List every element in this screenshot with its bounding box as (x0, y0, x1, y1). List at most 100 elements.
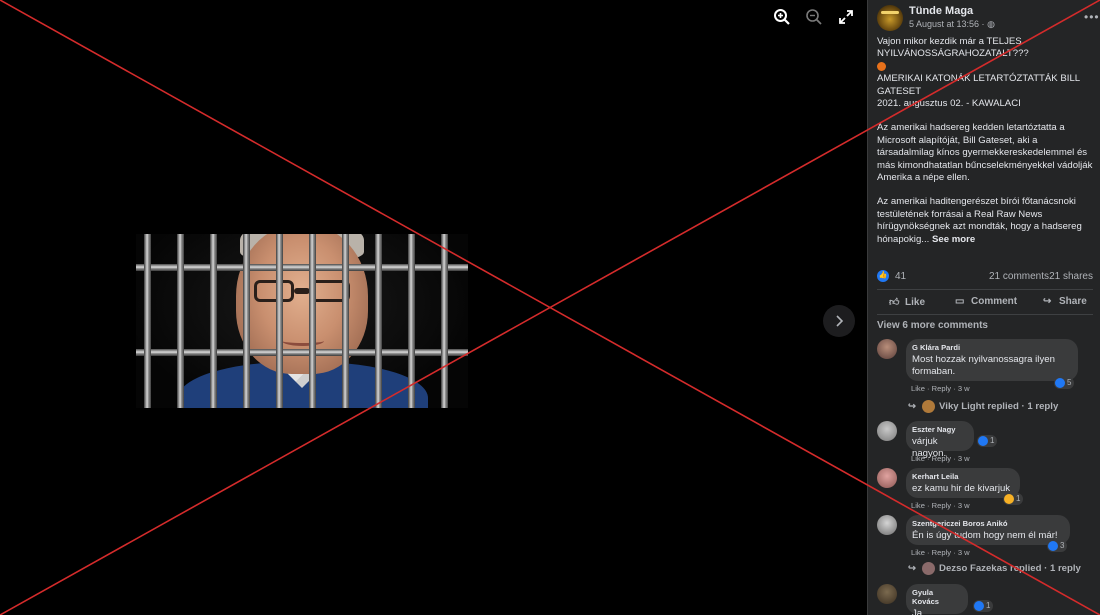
commenter-avatar[interactable] (877, 339, 897, 359)
post-panel: Tünde Maga 5 August at 13:56 · ◍ ••• Vaj… (867, 0, 1100, 615)
zoom-out-icon[interactable] (805, 8, 823, 26)
jail-bar (375, 234, 382, 408)
post-paragraph: Az amerikai haditengerészet bírói főtaná… (877, 196, 1095, 246)
chevron-right-icon (836, 315, 844, 327)
share-button-label: Share (1059, 296, 1087, 307)
post-paragraph: Vajon mikor kezdik már a TELJES NYILVÁNO… (877, 36, 1029, 60)
commenter-avatar[interactable] (877, 584, 897, 604)
post-body: Vajon mikor kezdik már a TELJES NYILVÁNO… (877, 36, 1095, 246)
post-time-text: 5 August at 13:56 · (909, 19, 988, 29)
comment-bubble: Gyula Kovács Ja (906, 584, 968, 615)
reaction-count: 1 (986, 601, 991, 610)
see-more-link[interactable]: See more (932, 234, 975, 245)
jail-bar (243, 234, 250, 408)
replier-avatar (922, 562, 936, 575)
comment-text: Én is úgy tudom hogy nem él már! (912, 530, 1058, 541)
comment-text: ez kamu hir de kivarjuk (912, 483, 1011, 494)
post-paragraph: 2021. augusztus 02. - KAWALACI (877, 98, 1021, 110)
post-paragraph: Az amerikai hadsereg kedden letartóztatt… (877, 122, 1093, 184)
comment-actions[interactable]: Like · Reply · 3 w (911, 384, 970, 393)
jail-bar (342, 234, 349, 408)
next-photo-button[interactable] (823, 305, 855, 337)
jail-bar (309, 234, 316, 408)
jail-bar (441, 234, 448, 408)
like-reaction-icon[interactable]: 👍 (877, 270, 889, 282)
post-paragraph: AMERIKAI KATONÁK LETARTÓZTATTÁK BILL GAT… (877, 73, 1080, 97)
zoom-in-icon[interactable] (773, 8, 791, 26)
like-reaction-icon (1055, 378, 1065, 388)
jail-bar (408, 234, 415, 408)
comment: Kerhart Leila ez kamu hir de kivarjuk 1 … (877, 468, 1093, 513)
comment-actions[interactable]: Like · Reply · 3 w (911, 501, 970, 510)
view-more-comments-link[interactable]: View 6 more comments (877, 320, 988, 331)
post-header: Tünde Maga 5 August at 13:56 · ◍ ••• (877, 5, 1099, 31)
reaction-count: 5 (1067, 378, 1072, 387)
post-paragraph-text: Az amerikai haditengerészet bírói főtaná… (877, 196, 1082, 245)
like-count[interactable]: 41 (895, 271, 906, 282)
share-button[interactable]: ↪ Share (1043, 296, 1087, 307)
commenter-name[interactable]: Gyula Kovács (912, 588, 960, 606)
comment-button-label: Comment (971, 296, 1018, 307)
comment: Eszter Nagy várjuk nagyon. 1 Like · Repl… (877, 421, 1093, 466)
like-reaction-icon (978, 436, 988, 446)
commenter-avatar[interactable] (877, 468, 897, 488)
globe-icon: ◍ (987, 19, 995, 29)
replies-link[interactable]: ↪ Dezso Fazekas replied · 1 reply (908, 562, 1081, 575)
comment-text: Most hozzak nyilvanossagra ilyen formaba… (912, 354, 1055, 377)
comment-bubble: G Klára Pardi Most hozzak nyilvanossagra… (906, 339, 1078, 381)
share-icon: ↪ (1043, 296, 1052, 307)
commenter-avatar[interactable] (877, 421, 897, 441)
author-name[interactable]: Tünde Maga (909, 5, 973, 17)
comments-count[interactable]: 21 comments (989, 271, 1049, 282)
post-timestamp[interactable]: 5 August at 13:56 · ◍ (909, 19, 995, 30)
comment-actions[interactable]: Like · Reply · 3 w (911, 548, 970, 557)
reaction-count: 1 (1016, 494, 1021, 503)
comment-reaction-count[interactable]: 3 (1047, 540, 1068, 552)
wow-reaction-icon (1004, 494, 1014, 504)
comment-text: Ja (912, 608, 923, 615)
jail-bar (144, 234, 151, 408)
like-button-label: Like (905, 297, 926, 308)
comment-actions[interactable]: Like · Reply · 3 w (911, 454, 970, 463)
replies-text: Viky Light replied · 1 reply (939, 401, 1059, 413)
like-reaction-icon (974, 601, 984, 611)
comment-reaction-count[interactable]: 1 (1003, 493, 1024, 505)
photo-glasses (254, 280, 350, 302)
reaction-count: 3 (1060, 541, 1065, 550)
comment-reaction-count[interactable]: 1 (977, 435, 998, 447)
commenter-avatar[interactable] (877, 515, 897, 535)
photo-mouth (282, 336, 324, 346)
comment-button[interactable]: ▭ Comment (955, 296, 1017, 307)
fullscreen-icon[interactable] (837, 8, 855, 26)
comment: Szentgericzei Boros Anikó Én is úgy tudo… (877, 515, 1093, 579)
comment-bubble: Eszter Nagy várjuk nagyon. (906, 421, 974, 459)
comment-icon: ▭ (955, 296, 965, 307)
commenter-name[interactable]: Eszter Nagy (912, 425, 966, 434)
comment: G Klára Pardi Most hozzak nyilvanossagra… (877, 339, 1093, 419)
comment-reaction-count[interactable]: 1 (973, 600, 994, 612)
post-actions: 👍︎ Like ▭ Comment ↪ Share (877, 289, 1093, 315)
like-button[interactable]: 👍︎ Like (889, 296, 925, 308)
commenter-name[interactable]: Kerhart Leila (912, 472, 1012, 481)
replies-text: Dezso Fazekas replied · 1 reply (939, 563, 1081, 575)
author-avatar[interactable] (877, 5, 903, 31)
comment-bubble: Szentgericzei Boros Anikó Én is úgy tudo… (906, 515, 1070, 545)
reaction-count: 1 (990, 436, 995, 445)
replies-link[interactable]: ↪ Viky Light replied · 1 reply (908, 400, 1058, 413)
commenter-name[interactable]: Szentgericzei Boros Anikó (912, 519, 1062, 528)
more-options-icon[interactable]: ••• (1084, 10, 1100, 24)
jail-bar (210, 234, 217, 408)
commenter-name[interactable]: G Klára Pardi (912, 343, 1070, 352)
comment-reaction-count[interactable]: 5 (1054, 377, 1075, 389)
comment-bubble: Kerhart Leila ez kamu hir de kivarjuk (906, 468, 1020, 498)
jail-bar (177, 234, 184, 408)
jail-bar-horizontal (136, 349, 468, 356)
post-stats: 👍 41 21 comments 21 shares (877, 270, 1093, 284)
thumbs-up-icon: 👍︎ (889, 297, 900, 308)
emoji-icon (877, 61, 886, 71)
jail-bar-horizontal (136, 264, 468, 271)
shares-count[interactable]: 21 shares (1049, 271, 1093, 282)
like-reaction-icon (1048, 541, 1058, 551)
reply-arrow-icon: ↪ (908, 401, 917, 413)
post-photo[interactable] (136, 234, 468, 408)
